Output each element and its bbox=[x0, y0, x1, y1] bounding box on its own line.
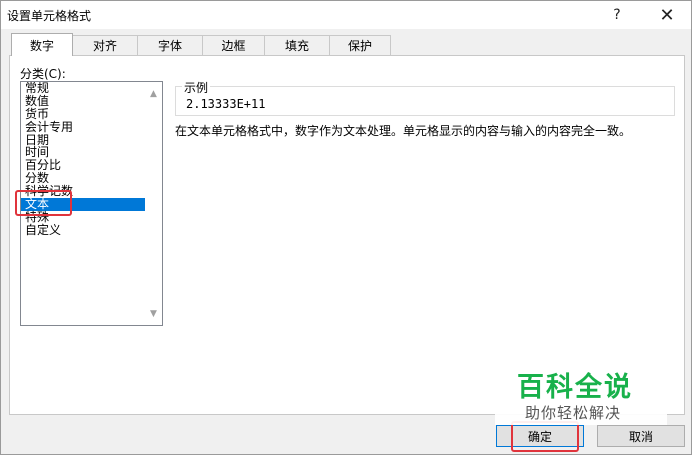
cancel-button[interactable]: 取消 bbox=[597, 425, 685, 447]
dialog-title: 设置单元格格式 bbox=[7, 9, 92, 23]
watermark-logo: 百科全说 助你轻松解决 bbox=[495, 361, 667, 425]
format-description: 在文本单元格格式中，数字作为文本处理。单元格显示的内容与输入的内容完全一致。 bbox=[175, 124, 632, 138]
watermark-subtitle: 助你轻松解决 bbox=[525, 404, 622, 422]
sample-group: 示例 2.13333E+11 bbox=[175, 79, 675, 116]
category-scrollbar[interactable]: ▲ ▼ bbox=[145, 82, 162, 325]
list-item[interactable]: 数值 bbox=[21, 94, 145, 108]
title-bar: 设置单元格格式 ? ✕ bbox=[1, 1, 691, 29]
tab-protection[interactable]: 保护 bbox=[329, 35, 391, 55]
ok-button[interactable]: 确定 bbox=[496, 425, 584, 447]
list-item[interactable]: 常规 bbox=[21, 82, 145, 95]
tab-border[interactable]: 边框 bbox=[202, 35, 265, 55]
category-label: 分类(C): bbox=[20, 67, 66, 81]
list-item[interactable]: 货币 bbox=[21, 107, 145, 121]
sample-value: 2.13333E+11 bbox=[186, 97, 266, 111]
category-listbox[interactable]: 常规 数值 货币 会计专用 日期 时间 百分比 分数 科学记数 文本 特殊 自定… bbox=[20, 81, 163, 326]
tab-alignment[interactable]: 对齐 bbox=[72, 35, 138, 55]
category-list: 常规 数值 货币 会计专用 日期 时间 百分比 分数 科学记数 文本 特殊 自定… bbox=[21, 82, 145, 237]
close-icon[interactable]: ✕ bbox=[649, 3, 685, 27]
tab-strip: 数字 对齐 字体 边框 填充 保护 bbox=[9, 33, 685, 56]
list-item-selected[interactable]: 文本 bbox=[21, 198, 145, 211]
tab-fill[interactable]: 填充 bbox=[264, 35, 330, 55]
list-item[interactable]: 会计专用 bbox=[21, 120, 145, 134]
help-icon[interactable]: ? bbox=[599, 3, 635, 27]
list-item[interactable]: 特殊 bbox=[21, 211, 145, 224]
tab-font[interactable]: 字体 bbox=[137, 35, 203, 55]
watermark-title: 百科全说 bbox=[517, 372, 633, 403]
scroll-up-icon[interactable]: ▲ bbox=[145, 85, 162, 102]
tab-number[interactable]: 数字 bbox=[11, 33, 73, 56]
scroll-down-icon[interactable]: ▼ bbox=[145, 305, 162, 322]
list-item[interactable]: 自定义 bbox=[21, 223, 145, 237]
format-cells-dialog: 设置单元格格式 ? ✕ 数字 对齐 字体 边框 填充 保护 分类(C): 常规 … bbox=[0, 0, 692, 455]
sample-legend: 示例 bbox=[182, 79, 211, 96]
